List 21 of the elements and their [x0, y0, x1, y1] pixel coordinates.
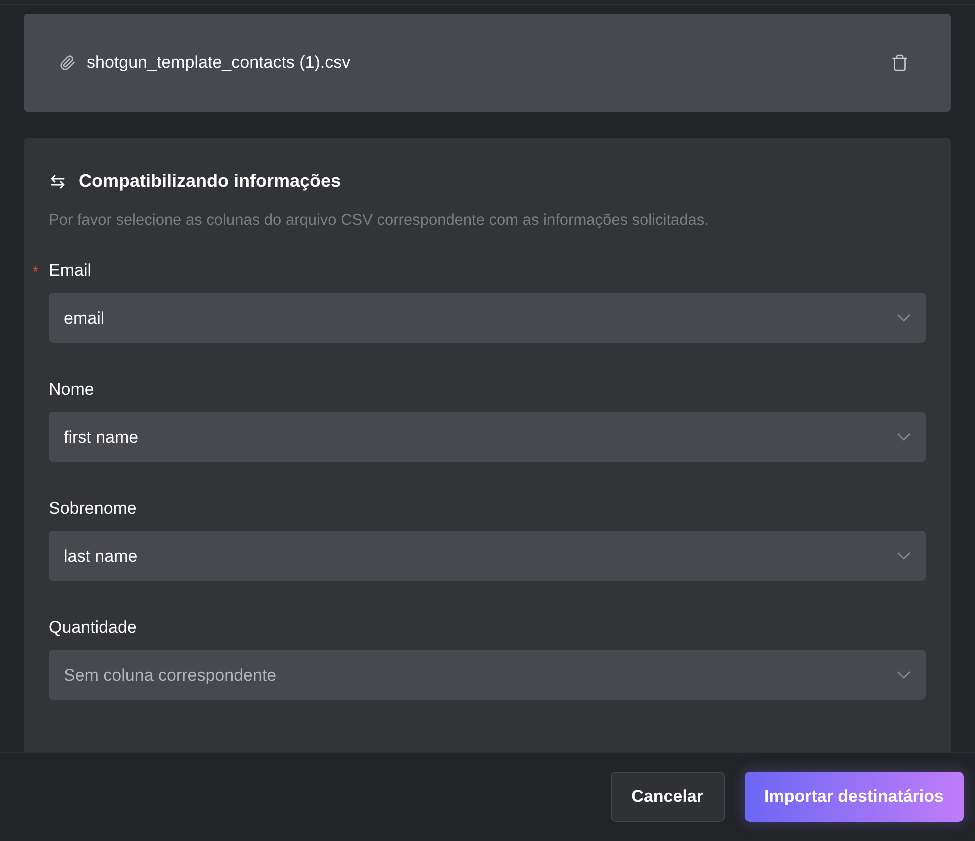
swap-arrows-icon	[49, 172, 67, 190]
field-label: Sobrenome	[49, 498, 137, 520]
chevron-down-icon	[897, 552, 911, 560]
import-button[interactable]: Importar destinatários	[744, 772, 964, 822]
section-description: Por favor selecione as colunas do arquivo CSV correspondente com as informações solicitadas.	[49, 211, 710, 231]
column-select[interactable]: email	[49, 293, 926, 344]
section-title: Compatibilizando informações	[79, 170, 342, 193]
field-label: Nome	[49, 378, 94, 400]
column-select[interactable]: last name	[49, 531, 926, 582]
column-select[interactable]: Sem coluna correspondente	[49, 650, 926, 700]
chevron-down-icon	[897, 671, 911, 680]
field-label: Email	[49, 260, 92, 282]
cancel-button[interactable]: Cancelar	[610, 772, 724, 822]
column-select[interactable]: first name	[49, 412, 926, 462]
chevron-down-icon	[897, 314, 911, 322]
trash-icon	[891, 54, 909, 72]
file-name: shotgun_template_contacts (1).csv	[87, 52, 352, 74]
required-asterisk: *	[33, 263, 39, 284]
chevron-down-icon	[897, 433, 911, 442]
paperclip-icon	[60, 55, 76, 71]
field-label: Quantidade	[49, 616, 137, 638]
